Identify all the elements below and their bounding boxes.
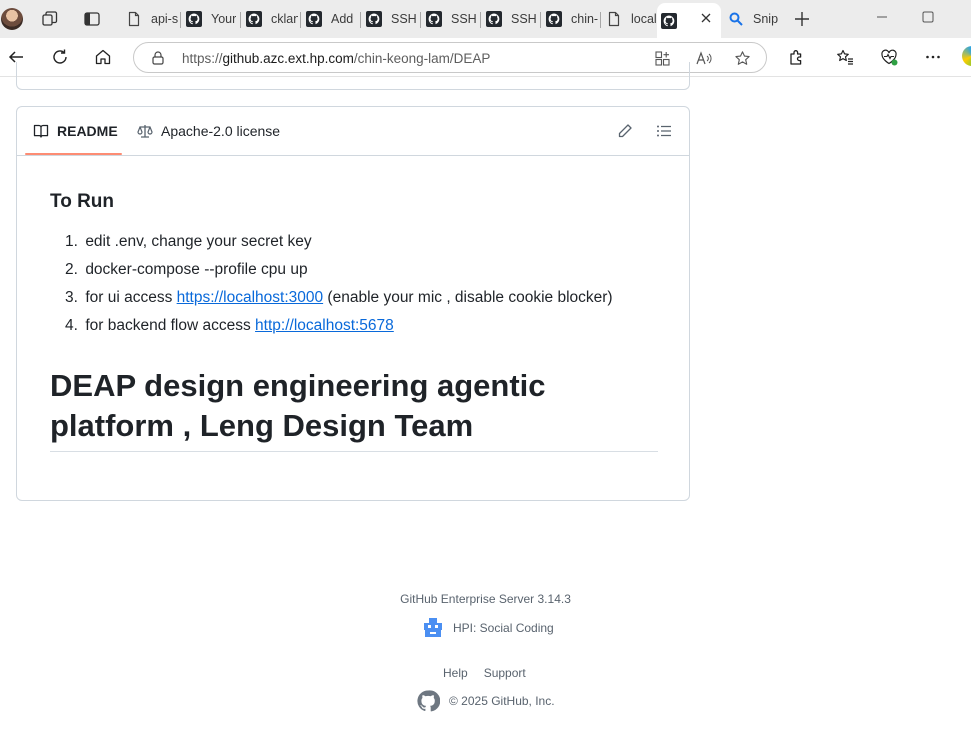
browser-tab-label: SSH	[451, 12, 477, 26]
browser-tab-label: cklan	[271, 12, 298, 26]
github-mark-icon[interactable]	[416, 689, 440, 713]
tab-separator	[300, 12, 301, 28]
browser-tab[interactable]: cklan	[246, 4, 298, 34]
book-icon	[33, 124, 49, 138]
extensions-icon[interactable]	[787, 48, 805, 66]
copyright-text: © 2025 GitHub, Inc.	[449, 694, 555, 708]
browser-tab[interactable]: Snip	[728, 4, 780, 34]
list-item: 2. docker-compose --profile cpu up	[65, 259, 665, 287]
favorite-star-icon[interactable]	[734, 50, 751, 67]
list-item: 4. for backend flow access http://localh…	[65, 315, 665, 343]
more-options-icon[interactable]	[924, 48, 942, 66]
browser-tab-label: SSH	[391, 12, 417, 26]
run-steps-list: 1. edit .env, change your secret key 2. …	[65, 231, 665, 343]
favorites-icon[interactable]	[836, 48, 854, 66]
github-icon	[246, 11, 262, 27]
backend-access-link[interactable]: http://localhost:5678	[255, 317, 394, 334]
step-number: 2.	[65, 261, 78, 278]
maximize-icon[interactable]	[921, 10, 935, 24]
step-number: 3.	[65, 289, 78, 306]
step-text: for ui access	[85, 289, 177, 306]
ui-access-link[interactable]: https://localhost:3000	[177, 289, 324, 306]
copilot-icon[interactable]	[962, 46, 971, 66]
github-icon	[661, 12, 677, 29]
new-tab-icon[interactable]	[793, 10, 811, 28]
tab-separator	[420, 12, 421, 28]
footer-copyright: © 2025 GitHub, Inc.	[416, 689, 555, 713]
browser-tab-label: Snip	[753, 12, 779, 26]
browser-tab-label: local	[631, 12, 656, 26]
profile-avatar[interactable]	[1, 8, 23, 30]
title-divider	[50, 451, 658, 452]
github-icon	[426, 11, 442, 27]
browser-tab-bar: api-s Your cklan Add SSH SSH SSH chin-local Snip	[0, 0, 971, 38]
readme-panel: README Apache-2.0 license To Run 1. edit…	[16, 106, 690, 501]
tab-readme-label: README	[57, 123, 118, 139]
github-icon	[366, 11, 382, 27]
tab-separator	[240, 12, 241, 28]
help-link[interactable]: Help	[443, 666, 468, 680]
browser-tab[interactable]: chin-	[546, 4, 598, 34]
step-text: edit .env, change your secret key	[85, 233, 312, 250]
tab-license-label: Apache-2.0 license	[161, 123, 281, 139]
github-icon	[546, 11, 562, 27]
support-link[interactable]: Support	[484, 666, 526, 680]
document-icon	[126, 11, 142, 27]
read-aloud-icon[interactable]	[695, 50, 712, 67]
search-icon	[728, 11, 744, 27]
browser-tab-label: api-s	[151, 12, 178, 26]
browser-tab[interactable]: api-s	[126, 4, 178, 34]
outline-list-icon[interactable]	[656, 123, 672, 139]
footer-links: Help Support	[443, 666, 526, 680]
browser-tab[interactable]: Add	[306, 4, 358, 34]
github-icon	[486, 11, 502, 27]
document-icon	[606, 11, 622, 27]
step-number: 1.	[65, 233, 78, 250]
to-run-heading: To Run	[50, 191, 115, 212]
readme-header: README Apache-2.0 license	[17, 107, 689, 156]
pencil-icon[interactable]	[617, 123, 633, 139]
tab-separator	[540, 12, 541, 28]
browser-tab-label: SSH	[511, 12, 537, 26]
tab-readme[interactable]: README	[33, 123, 118, 139]
list-item: 3. for ui access https://localhost:3000 …	[65, 287, 665, 315]
tab-separator	[600, 12, 601, 28]
project-title: DEAP design engineering agentic platform…	[50, 368, 546, 443]
active-tab-underline	[25, 153, 122, 155]
github-icon	[186, 11, 202, 27]
tab-separator	[360, 12, 361, 28]
step-note: (enable your mic , disable cookie blocke…	[323, 289, 613, 306]
github-icon	[306, 11, 322, 27]
tab-license[interactable]: Apache-2.0 license	[137, 123, 280, 139]
social-coding-link[interactable]: HPI: Social Coding	[422, 617, 554, 639]
browser-tab-label: Your	[211, 12, 237, 26]
vertical-tabs-icon[interactable]	[83, 10, 101, 28]
workspaces-icon[interactable]	[41, 10, 59, 28]
previous-section-box	[16, 62, 690, 90]
step-text: for backend flow access	[85, 317, 256, 334]
browser-tab[interactable]: SSH	[486, 4, 538, 34]
browser-essentials-icon[interactable]	[880, 48, 898, 66]
browser-tab-label: chin-	[571, 12, 598, 26]
minimize-icon[interactable]	[875, 10, 889, 24]
list-item: 1. edit .env, change your secret key	[65, 231, 665, 259]
social-coding-label: HPI: Social Coding	[453, 621, 554, 635]
step-text: docker-compose --profile cpu up	[85, 261, 308, 278]
close-tab-icon[interactable]	[699, 11, 713, 25]
scale-icon	[137, 125, 153, 138]
browser-tab[interactable]: Your	[186, 4, 238, 34]
tab-separator	[480, 12, 481, 28]
browser-tab-label: Add	[331, 12, 354, 26]
step-number: 4.	[65, 317, 78, 334]
server-version: GitHub Enterprise Server 3.14.3	[400, 592, 571, 606]
browser-tab[interactable]: SSH	[426, 4, 478, 34]
tab-separator	[180, 12, 181, 28]
hpi-logo-icon	[424, 618, 442, 637]
browser-tab[interactable]: local	[606, 4, 656, 34]
browser-tab[interactable]: SSH	[366, 4, 418, 34]
